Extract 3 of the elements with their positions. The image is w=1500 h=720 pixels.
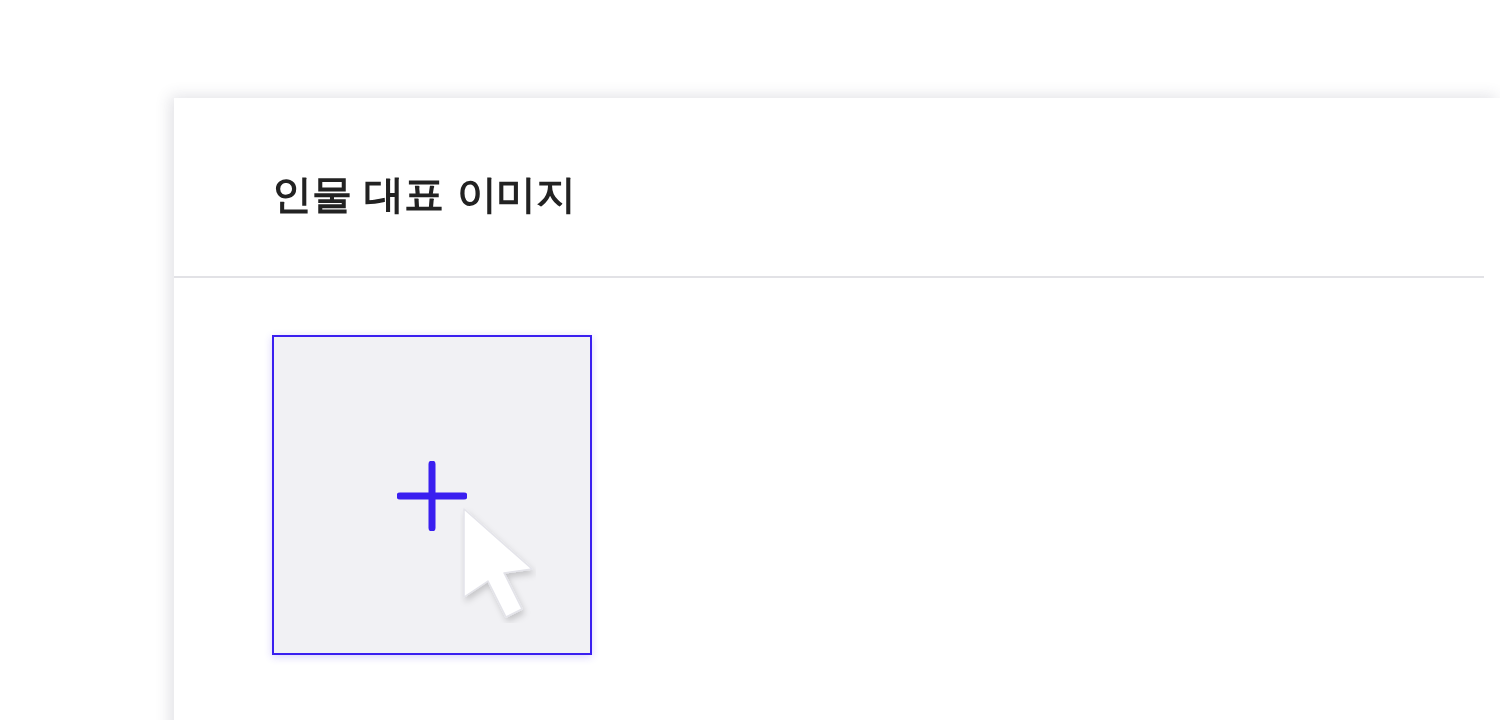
image-upload-tile[interactable]	[272, 335, 592, 655]
section-title: 인물 대표 이미지	[272, 169, 576, 219]
plus-icon	[397, 460, 467, 531]
